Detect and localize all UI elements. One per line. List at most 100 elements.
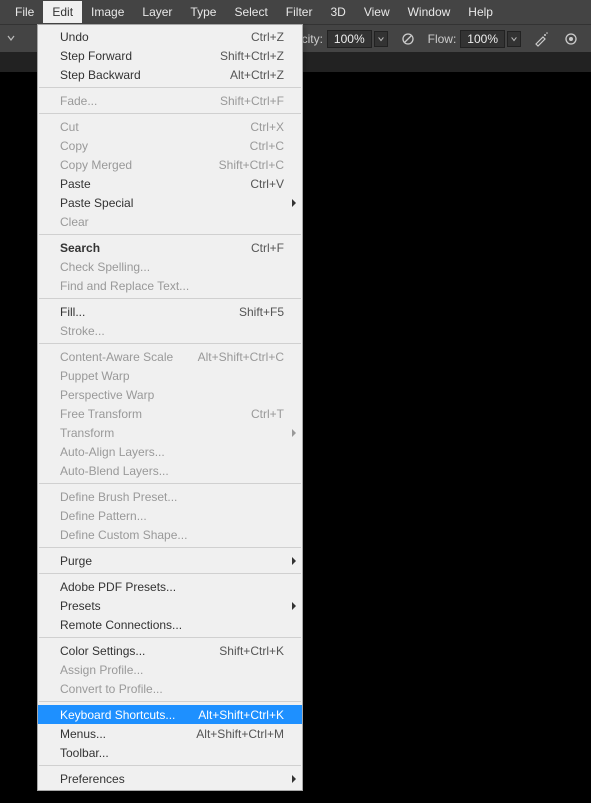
menubar-item-file[interactable]: File [6,1,43,23]
menu-item-label: Convert to Profile... [60,682,294,696]
menubar-item-edit[interactable]: Edit [43,1,82,23]
menu-item-label: Purge [60,554,294,568]
menu-item-label: Puppet Warp [60,369,294,383]
menu-item-define-pattern: Define Pattern... [38,506,302,525]
menu-item-shortcut: Shift+Ctrl+Z [220,49,294,63]
opacity-dropdown-icon[interactable] [374,31,388,47]
menu-divider [39,234,301,235]
menu-item-label: Transform [60,426,294,440]
airbrush-icon[interactable] [531,29,551,49]
menu-item-label: Step Forward [60,49,220,63]
pressure-opacity-icon[interactable] [398,29,418,49]
menu-divider [39,343,301,344]
menu-item-label: Presets [60,599,294,613]
flow-dropdown-icon[interactable] [507,31,521,47]
menu-item-stroke: Stroke... [38,321,302,340]
menu-item-label: Free Transform [60,407,251,421]
menu-item-shortcut: Ctrl+X [250,120,294,134]
pressure-size-icon[interactable] [561,29,581,49]
menubar: FileEditImageLayerTypeSelectFilter3DView… [0,0,591,24]
menu-item-label: Remote Connections... [60,618,294,632]
menu-item-step-forward[interactable]: Step ForwardShift+Ctrl+Z [38,46,302,65]
menu-item-step-backward[interactable]: Step BackwardAlt+Ctrl+Z [38,65,302,84]
menubar-item-image[interactable]: Image [82,1,133,23]
menubar-item-window[interactable]: Window [399,1,460,23]
menu-item-label: Copy Merged [60,158,219,172]
menu-item-transform: Transform [38,423,302,442]
menu-item-label: Adobe PDF Presets... [60,580,294,594]
menu-item-label: Clear [60,215,294,229]
menu-item-shortcut: Alt+Shift+Ctrl+C [198,350,294,364]
menu-item-undo[interactable]: UndoCtrl+Z [38,27,302,46]
menu-item-color-settings[interactable]: Color Settings...Shift+Ctrl+K [38,641,302,660]
menubar-item-type[interactable]: Type [181,1,225,23]
menu-item-label: Define Pattern... [60,509,294,523]
menu-item-shortcut: Ctrl+Z [251,30,294,44]
menu-item-paste[interactable]: PasteCtrl+V [38,174,302,193]
menu-item-search[interactable]: SearchCtrl+F [38,238,302,257]
menu-item-content-aware-scale: Content-Aware ScaleAlt+Shift+Ctrl+C [38,347,302,366]
menu-item-shortcut: Ctrl+C [250,139,294,153]
menubar-item-select[interactable]: Select [225,1,276,23]
menu-item-cut: CutCtrl+X [38,117,302,136]
flow-label: Flow: [428,32,457,46]
menu-item-keyboard-shortcuts[interactable]: Keyboard Shortcuts...Alt+Shift+Ctrl+K [38,705,302,724]
menu-item-label: Assign Profile... [60,663,294,677]
menu-item-shortcut: Alt+Ctrl+Z [230,68,294,82]
menu-item-label: Paste [60,177,250,191]
menu-item-label: Define Custom Shape... [60,528,294,542]
menu-item-shortcut: Ctrl+F [251,241,294,255]
opacity-value[interactable]: 100% [327,30,372,48]
menu-item-label: Keyboard Shortcuts... [60,708,198,722]
menu-item-copy-merged: Copy MergedShift+Ctrl+C [38,155,302,174]
menu-item-menus[interactable]: Menus...Alt+Shift+Ctrl+M [38,724,302,743]
menu-item-fade: Fade...Shift+Ctrl+F [38,91,302,110]
menu-item-label: Define Brush Preset... [60,490,294,504]
tool-preset-chevron-icon[interactable] [6,32,16,46]
menu-item-shortcut: Shift+Ctrl+C [219,158,294,172]
menu-item-paste-special[interactable]: Paste Special [38,193,302,212]
menu-item-preferences[interactable]: Preferences [38,769,302,788]
menu-item-shortcut: Alt+Shift+Ctrl+M [196,727,294,741]
menubar-item-3d[interactable]: 3D [321,1,354,23]
menu-item-label: Toolbar... [60,746,294,760]
menu-item-remote-connections[interactable]: Remote Connections... [38,615,302,634]
menu-divider [39,765,301,766]
menu-item-auto-blend-layers: Auto-Blend Layers... [38,461,302,480]
menu-item-adobe-pdf-presets[interactable]: Adobe PDF Presets... [38,577,302,596]
menubar-item-layer[interactable]: Layer [133,1,181,23]
submenu-arrow-icon [292,602,296,610]
menu-item-puppet-warp: Puppet Warp [38,366,302,385]
menu-item-define-custom-shape: Define Custom Shape... [38,525,302,544]
menu-divider [39,87,301,88]
menu-item-label: Auto-Align Layers... [60,445,294,459]
menu-item-label: Step Backward [60,68,230,82]
menu-divider [39,483,301,484]
menubar-item-help[interactable]: Help [459,1,502,23]
menu-item-label: Check Spelling... [60,260,294,274]
menu-item-label: Undo [60,30,251,44]
menubar-item-filter[interactable]: Filter [277,1,322,23]
menu-item-copy: CopyCtrl+C [38,136,302,155]
menu-item-toolbar[interactable]: Toolbar... [38,743,302,762]
menu-item-purge[interactable]: Purge [38,551,302,570]
menu-item-assign-profile: Assign Profile... [38,660,302,679]
menu-item-label: Color Settings... [60,644,219,658]
flow-value[interactable]: 100% [460,30,505,48]
submenu-arrow-icon [292,775,296,783]
submenu-arrow-icon [292,199,296,207]
menu-item-label: Preferences [60,772,294,786]
menu-item-label: Stroke... [60,324,294,338]
menu-item-label: Auto-Blend Layers... [60,464,294,478]
menu-item-label: Menus... [60,727,196,741]
menubar-item-view[interactable]: View [355,1,399,23]
menu-item-auto-align-layers: Auto-Align Layers... [38,442,302,461]
edit-menu-dropdown: UndoCtrl+ZStep ForwardShift+Ctrl+ZStep B… [37,24,303,791]
menu-item-shortcut: Ctrl+T [251,407,294,421]
menu-item-label: Cut [60,120,250,134]
menu-item-presets[interactable]: Presets [38,596,302,615]
submenu-arrow-icon [292,557,296,565]
menu-item-label: Perspective Warp [60,388,294,402]
menu-item-perspective-warp: Perspective Warp [38,385,302,404]
menu-item-fill[interactable]: Fill...Shift+F5 [38,302,302,321]
